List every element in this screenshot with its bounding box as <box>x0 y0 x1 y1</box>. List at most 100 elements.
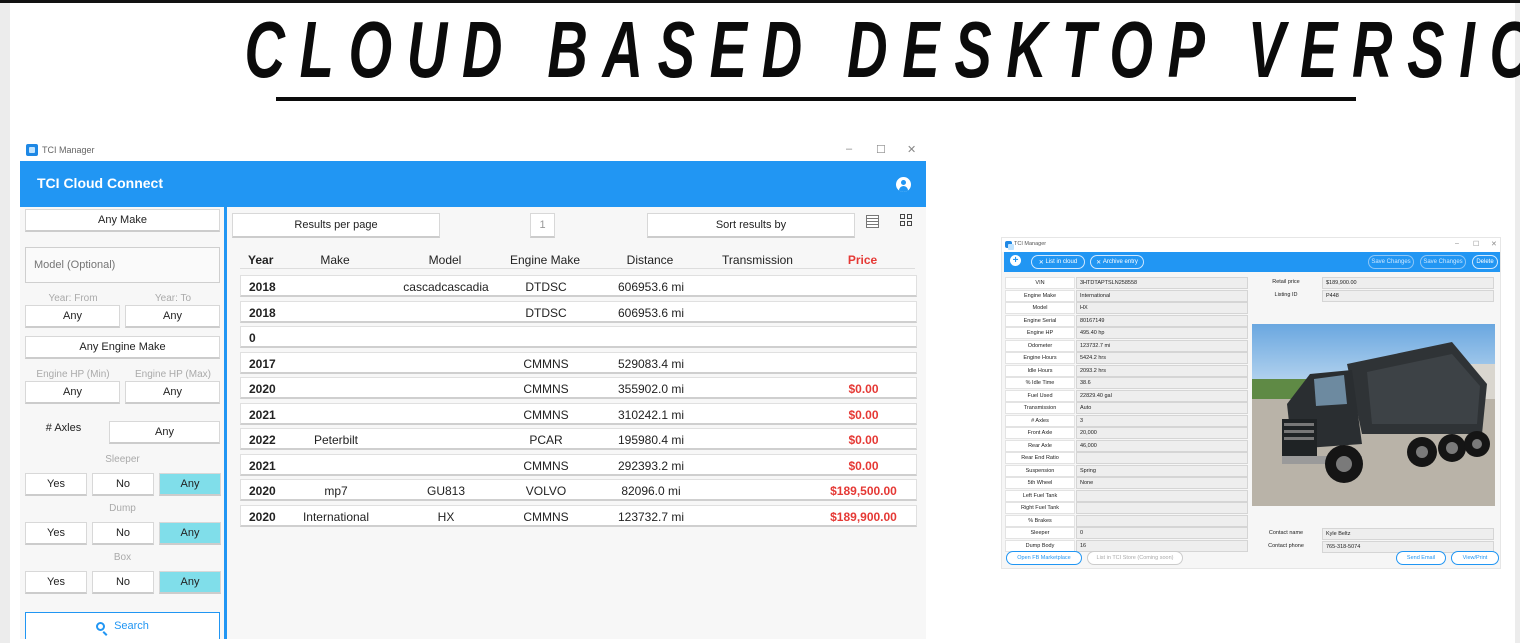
table-row[interactable]: 2017 CMMNS 529083.4 mi <box>240 351 917 374</box>
detail-field-label: 5th Wheel <box>1005 477 1075 489</box>
detail-field-value[interactable]: 3HTDTAPTSLN258558 <box>1076 277 1248 289</box>
detail-field-value[interactable]: 20,000 <box>1076 427 1248 439</box>
column-header-price[interactable]: Price <box>830 253 895 267</box>
save-changes-button-2[interactable]: Save Changes <box>1420 255 1466 269</box>
open-fb-marketplace-button[interactable]: Open FB Marketplace <box>1006 551 1082 565</box>
cell-model: cascadcascadia <box>403 280 489 294</box>
engine-make-dropdown[interactable]: Any Engine Make <box>25 336 220 359</box>
list-in-cloud-button[interactable]: ✕ List in cloud <box>1031 255 1085 269</box>
detail-field-label: Left Fuel Tank <box>1005 489 1075 502</box>
list-view-icon[interactable] <box>866 215 879 228</box>
detail-field-value[interactable]: 123732.7 mi <box>1076 339 1248 352</box>
table-row[interactable]: 2021 CMMNS 310242.1 mi $0.00 <box>240 402 917 425</box>
cell-year: 2022 <box>249 433 276 447</box>
account-icon[interactable] <box>896 177 911 192</box>
close-icon[interactable]: ✕ <box>907 143 916 156</box>
grid-view-icon[interactable] <box>900 214 913 227</box>
detail-field-value[interactable] <box>1076 452 1248 464</box>
cell-price: $0.00 <box>848 407 879 422</box>
detail-field-value[interactable]: 16 <box>1076 539 1248 552</box>
detail-field-value[interactable]: International <box>1076 289 1248 302</box>
detail-field-value[interactable] <box>1076 502 1248 514</box>
hp-min-dropdown[interactable]: Any <box>25 381 120 404</box>
column-header-year[interactable]: Year <box>248 253 288 267</box>
sort-dropdown[interactable]: Sort results by <box>647 213 855 238</box>
detail-maximize-icon[interactable]: ☐ <box>1473 240 1479 248</box>
dump-yes-button[interactable]: Yes <box>25 522 87 545</box>
list-in-cloud-label: List in cloud <box>1045 259 1078 265</box>
box-any-button[interactable]: Any <box>159 571 221 594</box>
table-row[interactable]: 2020 CMMNS 355902.0 mi $0.00 <box>240 377 917 399</box>
maximize-icon[interactable]: ☐ <box>876 143 886 156</box>
cell-year: 2021 <box>249 458 276 473</box>
detail-field-value[interactable]: Auto <box>1076 402 1248 414</box>
column-header-distance[interactable]: Distance <box>610 253 690 267</box>
table-row[interactable]: 0 <box>240 326 917 348</box>
column-header-transmission[interactable]: Transmission <box>710 253 805 267</box>
cell-price: $0.00 <box>848 382 879 396</box>
detail-field-value[interactable]: 46,000 <box>1076 439 1248 452</box>
axles-dropdown[interactable]: Any <box>109 421 220 444</box>
table-row[interactable]: 2018 cascadcascadia DTDSC 606953.6 mi <box>240 275 917 297</box>
page-number-input[interactable]: 1 <box>530 213 555 238</box>
box-yes-button[interactable]: Yes <box>25 571 87 594</box>
cell-year: 2020 <box>249 382 276 396</box>
year-to-dropdown[interactable]: Any <box>125 305 220 328</box>
list-in-tci-store-button[interactable]: List in TCI Store (Coming soon) <box>1087 551 1183 565</box>
save-changes-button[interactable]: Save Changes <box>1368 255 1414 269</box>
results-per-page-dropdown[interactable]: Results per page <box>232 213 440 238</box>
detail-field-value[interactable]: Spring <box>1076 464 1248 477</box>
detail-field-value[interactable] <box>1076 489 1248 502</box>
detail-field-value[interactable]: 495.40 hp <box>1076 327 1248 339</box>
detail-field-value[interactable]: 3 <box>1076 414 1248 427</box>
detail-close-icon[interactable]: ✕ <box>1491 240 1497 248</box>
archive-entry-button[interactable]: ✕ Archive entry <box>1090 255 1144 269</box>
add-icon[interactable]: + <box>1010 255 1021 266</box>
detail-minimize-icon[interactable]: – <box>1455 240 1459 247</box>
detail-field-value[interactable]: 80167149 <box>1076 314 1248 327</box>
column-header-make[interactable]: Make <box>300 253 370 267</box>
table-row[interactable]: 2020 mp7 GU813 VOLVO 82096.0 mi $189,500.00 <box>240 479 917 501</box>
box-no-button[interactable]: No <box>92 571 154 594</box>
app-title: TCI Cloud Connect <box>37 175 163 191</box>
table-row[interactable]: 2021 CMMNS 292393.2 mi $0.00 <box>240 453 917 476</box>
column-header-engine-make[interactable]: Engine Make <box>500 253 590 267</box>
year-from-dropdown[interactable]: Any <box>25 305 120 328</box>
detail-field-value[interactable]: 22829.40 gal <box>1076 389 1248 402</box>
hp-max-dropdown[interactable]: Any <box>125 381 220 404</box>
detail-field-value[interactable]: 2093.2 hrs <box>1076 364 1248 377</box>
detail-field-value[interactable]: 0 <box>1076 527 1248 539</box>
detail-field-value[interactable]: 5424.2 hrs <box>1076 352 1248 364</box>
contact-name-field[interactable]: Kyle Beltz <box>1322 528 1494 540</box>
dump-any-button[interactable]: Any <box>159 522 221 545</box>
table-row[interactable]: 2022 Peterbilt PCAR 195980.4 mi $0.00 <box>240 428 917 450</box>
dump-no-button[interactable]: No <box>92 522 154 545</box>
view-print-button[interactable]: View/Print <box>1451 551 1499 565</box>
cell-distance: 355902.0 mi <box>617 382 685 396</box>
detail-field-label: Engine Serial <box>1005 314 1075 327</box>
model-input[interactable] <box>25 247 220 283</box>
detail-field-value[interactable]: 38.6 <box>1076 377 1248 389</box>
table-row[interactable]: 2020 International HX CMMNS 123732.7 mi $189,… <box>240 504 917 527</box>
retail-price-field[interactable]: $189,900.00 <box>1322 277 1494 289</box>
main-window: TCI Manager – ☐ ✕ TCI Cloud Connect Any … <box>20 139 926 639</box>
detail-field-label: Right Fuel Tank <box>1005 502 1075 514</box>
headline-underline <box>276 97 1356 101</box>
make-dropdown[interactable]: Any Make <box>25 209 220 232</box>
sleeper-any-button[interactable]: Any <box>159 473 221 496</box>
column-header-model[interactable]: Model <box>395 253 495 267</box>
truck-photo <box>1252 324 1495 506</box>
listing-id-field[interactable]: P448 <box>1322 290 1494 302</box>
detail-field-value[interactable] <box>1076 514 1248 527</box>
sleeper-yes-button[interactable]: Yes <box>25 473 87 496</box>
send-email-button[interactable]: Send Email <box>1396 551 1446 565</box>
table-row[interactable]: 2018 DTDSC 606953.6 mi <box>240 300 917 323</box>
search-button[interactable]: Search <box>25 612 220 639</box>
cell-price: $0.00 <box>848 433 879 447</box>
detail-field-value[interactable]: None <box>1076 477 1248 489</box>
minimize-icon[interactable]: – <box>846 143 852 155</box>
sleeper-no-button[interactable]: No <box>92 473 154 496</box>
detail-field-value[interactable]: HX <box>1076 302 1248 314</box>
cell-distance: 310242.1 mi <box>617 407 685 422</box>
delete-button[interactable]: Delete <box>1472 255 1498 269</box>
